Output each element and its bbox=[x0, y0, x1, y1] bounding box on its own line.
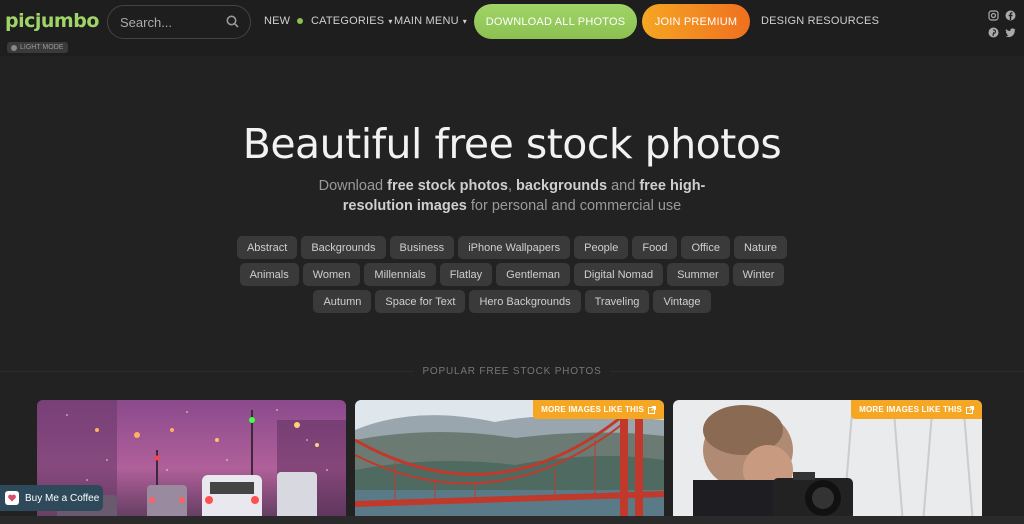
tag-flatlay[interactable]: Flatlay bbox=[439, 263, 493, 286]
buy-me-a-coffee-button[interactable]: Buy Me a Coffee bbox=[0, 485, 103, 511]
subtitle-text: , bbox=[507, 178, 517, 194]
buy-me-a-coffee-label: Buy Me a Coffee bbox=[25, 492, 100, 504]
tag-hero-backgrounds[interactable]: Hero Backgrounds bbox=[469, 290, 581, 313]
nav-main-menu[interactable]: MAIN MENU ▾ bbox=[394, 15, 467, 27]
light-mode-toggle[interactable]: LIGHT MODE bbox=[7, 42, 69, 53]
new-indicator-dot bbox=[297, 18, 304, 24]
section-heading-label: POPULAR FREE STOCK PHOTOS bbox=[414, 366, 610, 377]
more-images-badge[interactable]: MORE IMAGES LIKE THIS bbox=[851, 400, 982, 419]
nav-new-label: NEW bbox=[264, 15, 291, 27]
search-icon[interactable] bbox=[226, 15, 239, 33]
search-input[interactable] bbox=[120, 14, 220, 30]
tag-autumn[interactable]: Autumn bbox=[313, 290, 372, 313]
tag-women[interactable]: Women bbox=[302, 263, 361, 286]
external-link-icon bbox=[648, 405, 656, 414]
nav-categories[interactable]: CATEGORIES ▾ bbox=[311, 15, 393, 27]
external-link-icon bbox=[966, 405, 974, 414]
join-premium-button[interactable]: JOIN PREMIUM bbox=[642, 4, 750, 39]
site-logo[interactable]: picjumbo bbox=[5, 10, 99, 32]
tag-space-for-text[interactable]: Space for Text bbox=[375, 290, 466, 313]
tag-nature[interactable]: Nature bbox=[733, 236, 788, 259]
light-mode-label: LIGHT MODE bbox=[20, 44, 64, 51]
tag-gentleman[interactable]: Gentleman bbox=[496, 263, 570, 286]
photo-card-golden-gate[interactable]: MORE IMAGES LIKE THIS bbox=[355, 400, 664, 524]
coffee-cup-icon bbox=[5, 491, 19, 505]
more-images-badge[interactable]: MORE IMAGES LIKE THIS bbox=[533, 400, 664, 419]
tag-summer[interactable]: Summer bbox=[667, 263, 729, 286]
search-box bbox=[107, 5, 251, 39]
section-heading: POPULAR FREE STOCK PHOTOS bbox=[0, 366, 1024, 377]
more-images-label: MORE IMAGES LIKE THIS bbox=[859, 405, 962, 414]
tag-traveling[interactable]: Traveling bbox=[584, 290, 650, 313]
hero-subtitle: Download free stock photos, backgrounds … bbox=[300, 176, 724, 216]
chevron-down-icon: ▾ bbox=[462, 16, 467, 26]
hero-title: Beautiful free stock photos bbox=[242, 120, 782, 168]
toggle-icon bbox=[11, 44, 17, 51]
facebook-icon[interactable] bbox=[1005, 8, 1017, 21]
tag-people[interactable]: People bbox=[574, 236, 629, 259]
tag-business[interactable]: Business bbox=[389, 236, 455, 259]
instagram-icon[interactable] bbox=[988, 8, 1000, 21]
subtitle-text: for personal and commercial use bbox=[466, 198, 682, 214]
subtitle-text: and bbox=[607, 178, 640, 194]
subtitle-bold-text: backgrounds bbox=[516, 178, 608, 194]
tag-millennials[interactable]: Millennials bbox=[364, 263, 436, 286]
tag-food[interactable]: Food bbox=[632, 236, 678, 259]
tag-vintage[interactable]: Vintage bbox=[653, 290, 711, 313]
chevron-down-icon: ▾ bbox=[388, 16, 393, 26]
tag-office[interactable]: Office bbox=[681, 236, 730, 259]
tag-winter[interactable]: Winter bbox=[732, 263, 785, 286]
nav-design-resources[interactable]: DESIGN RESOURCES bbox=[761, 15, 879, 27]
pinterest-icon[interactable] bbox=[988, 25, 1000, 38]
subtitle-bold-text: free stock photos bbox=[387, 178, 508, 194]
download-all-photos-button[interactable]: DOWNLOAD ALL PHOTOS bbox=[474, 4, 637, 39]
tag-digital-nomad[interactable]: Digital Nomad bbox=[573, 263, 664, 286]
tag-abstract[interactable]: Abstract bbox=[236, 236, 298, 259]
nav-categories-label: CATEGORIES bbox=[311, 15, 385, 27]
nav-main-menu-label: MAIN MENU bbox=[394, 15, 459, 27]
top-navbar: picjumbo LIGHT MODE NEW CATEGORIES ▾ MAI… bbox=[0, 0, 1024, 56]
category-tags: Abstract Backgrounds Business iPhone Wal… bbox=[220, 236, 804, 313]
more-images-label: MORE IMAGES LIKE THIS bbox=[541, 405, 644, 414]
tag-animals[interactable]: Animals bbox=[239, 263, 299, 286]
tag-backgrounds[interactable]: Backgrounds bbox=[301, 236, 386, 259]
horizontal-scrollbar[interactable] bbox=[0, 516, 1024, 524]
tag-iphone-wallpapers[interactable]: iPhone Wallpapers bbox=[458, 236, 571, 259]
photo-card-photographer[interactable]: MORE IMAGES LIKE THIS bbox=[673, 400, 982, 524]
twitter-icon[interactable] bbox=[1005, 25, 1017, 38]
nav-new[interactable]: NEW bbox=[264, 15, 304, 27]
subtitle-text: Download bbox=[318, 178, 388, 194]
nav-design-resources-label: DESIGN RESOURCES bbox=[761, 15, 880, 27]
